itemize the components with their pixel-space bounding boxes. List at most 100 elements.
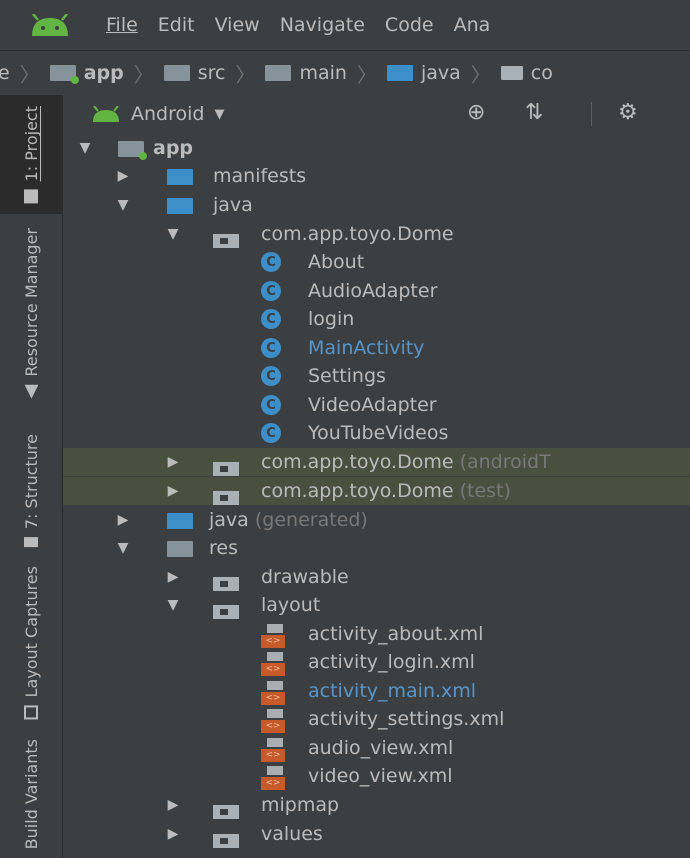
tree-node-xml-file[interactable]: <> activity_about.xml [63, 620, 690, 648]
chevron-right-icon: 〉 [133, 62, 154, 87]
breadcrumb-label: e [0, 62, 10, 84]
xml-layout-file-icon: <> [261, 709, 285, 733]
tree-node-xml-file[interactable]: <> video_view.xml [63, 762, 690, 790]
chevron-right-icon: 〉 [235, 62, 256, 87]
expanded-arrow-icon[interactable]: ▼ [75, 140, 95, 156]
expanded-arrow-icon[interactable]: ▼ [163, 226, 183, 242]
collapsed-arrow-icon[interactable]: ▶ [163, 483, 183, 499]
menu-navigate[interactable]: Navigate [280, 14, 365, 36]
breadcrumb-item-src[interactable]: src [163, 62, 225, 84]
menu-analyze[interactable]: Ana [454, 14, 491, 36]
folder-icon [265, 65, 292, 81]
chevron-down-icon: ▼ [214, 106, 225, 122]
tool-window-label: Build Variants [21, 738, 41, 850]
breadcrumb-label: main [299, 62, 347, 84]
structure-icon [24, 537, 38, 548]
expanded-arrow-icon[interactable]: ▼ [113, 197, 133, 213]
tree-node-class[interactable]: C About [63, 248, 690, 276]
tool-window-resource-manager[interactable]: Resource Manager [0, 218, 62, 408]
project-panel-toolbar: Android ▼ ⊕ ⇅ ⚙ [63, 94, 690, 135]
tree-node-class[interactable]: C Settings [63, 362, 690, 390]
android-icon [93, 106, 119, 122]
breadcrumb: e 〉 app 〉 src 〉 main 〉 java 〉 co [0, 50, 690, 96]
tool-window-label: Layout Captures [21, 566, 41, 698]
tree-node-label: values [261, 823, 323, 845]
menu-file[interactable]: File [106, 14, 138, 36]
expanded-arrow-icon[interactable]: ▼ [163, 597, 183, 613]
menu-view[interactable]: View [215, 14, 260, 36]
tree-node-layout[interactable]: ▼ layout [63, 591, 690, 619]
tree-node-package-android-test[interactable]: ▶ com.app.toyo.Dome (androidT [63, 448, 690, 476]
collapsed-arrow-icon[interactable]: ▶ [163, 826, 183, 842]
menu-edit[interactable]: Edit [158, 14, 195, 36]
locate-target-icon[interactable]: ⊕ [467, 102, 485, 124]
tree-node-manifests[interactable]: ▶ manifests [63, 162, 690, 190]
folder-icon [213, 605, 239, 619]
class-icon: C [261, 366, 281, 386]
breadcrumb-item-app[interactable]: app [49, 62, 124, 84]
breadcrumb-label: java [420, 62, 461, 84]
tree-node-label: video_view.xml [308, 765, 453, 787]
tree-node-class[interactable]: C YouTubeVideos [63, 419, 690, 447]
tool-window-project[interactable]: 1: Project [0, 96, 62, 214]
tree-node-label: drawable [261, 566, 349, 588]
generated-suffix: (generated) [254, 509, 368, 531]
breadcrumb-label: co [530, 62, 553, 84]
menu-code[interactable]: Code [385, 14, 434, 36]
breadcrumb-item[interactable]: e [0, 62, 10, 84]
generated-folder-icon [167, 513, 193, 529]
tree-node-label: Settings [308, 365, 386, 387]
resource-manager-icon [24, 384, 38, 398]
collapsed-arrow-icon[interactable]: ▶ [163, 454, 183, 470]
tree-node-class[interactable]: C AudioAdapter [63, 277, 690, 305]
tree-node-class[interactable]: C MainActivity [63, 334, 690, 362]
gear-icon[interactable]: ⚙ [618, 102, 638, 124]
tree-node-java[interactable]: ▼ java [63, 191, 690, 219]
tool-window-build-variants[interactable]: Build Variants [0, 732, 62, 856]
tree-node-label: res [209, 537, 238, 559]
source-set-suffix: (test) [459, 480, 511, 502]
tree-node-xml-file[interactable]: <> activity_login.xml [63, 648, 690, 676]
tree-node-label: MainActivity [308, 337, 425, 359]
breadcrumb-item-java[interactable]: java [386, 62, 461, 84]
collapsed-arrow-icon[interactable]: ▶ [163, 569, 183, 585]
chevron-right-icon: 〉 [19, 62, 40, 87]
tree-node-class[interactable]: C login [63, 305, 690, 333]
tree-node-package-test[interactable]: ▶ com.app.toyo.Dome (test) [63, 477, 690, 505]
project-tree: ▼ app ▶ manifests ▼ java ▼ com.app.toyo.… [63, 134, 690, 858]
android-logo-icon[interactable] [0, 0, 100, 50]
tree-node-java-generated[interactable]: ▶ java (generated) [63, 506, 690, 534]
folder-icon [213, 834, 239, 848]
tool-window-label: Resource Manager [21, 227, 41, 377]
tree-node-xml-file[interactable]: <> activity_settings.xml [63, 705, 690, 733]
tree-node-res[interactable]: ▼ res [63, 534, 690, 562]
tree-node-package[interactable]: ▼ com.app.toyo.Dome [63, 220, 690, 248]
class-icon: C [261, 252, 281, 272]
source-folder-icon [386, 65, 413, 81]
tree-node-label: manifests [213, 165, 307, 187]
tree-node-mipmap[interactable]: ▶ mipmap [63, 791, 690, 819]
expanded-arrow-icon[interactable]: ▼ [113, 540, 133, 556]
collapsed-arrow-icon[interactable]: ▶ [163, 797, 183, 813]
breadcrumb-item-main[interactable]: main [265, 62, 347, 84]
tree-node-xml-file[interactable]: <> activity_main.xml [63, 677, 690, 705]
project-view-dropdown[interactable]: Android ▼ [91, 103, 224, 125]
package-icon [213, 462, 239, 476]
collapsed-arrow-icon[interactable]: ▶ [113, 168, 133, 184]
tool-window-structure[interactable]: 7: Structure [0, 416, 62, 566]
tree-node-class[interactable]: C VideoAdapter [63, 391, 690, 419]
menu-bar: File Edit View Navigate Code Ana [0, 0, 690, 50]
tree-node-app[interactable]: ▼ app [63, 134, 690, 162]
tree-node-label: activity_main.xml [308, 680, 477, 702]
collapsed-arrow-icon[interactable]: ▶ [113, 512, 133, 528]
tree-node-drawable[interactable]: ▶ drawable [63, 563, 690, 591]
class-icon: C [261, 281, 281, 301]
class-icon: C [261, 423, 281, 443]
tree-node-xml-file[interactable]: <> audio_view.xml [63, 734, 690, 762]
tool-window-layout-captures[interactable]: Layout Captures [0, 566, 62, 720]
collapse-all-icon[interactable]: ⇅ [525, 102, 543, 124]
breadcrumb-item-package[interactable]: co [500, 62, 553, 84]
tree-node-values[interactable]: ▶ values [63, 820, 690, 848]
folder-icon [163, 65, 190, 81]
tree-node-label: mipmap [261, 794, 340, 816]
